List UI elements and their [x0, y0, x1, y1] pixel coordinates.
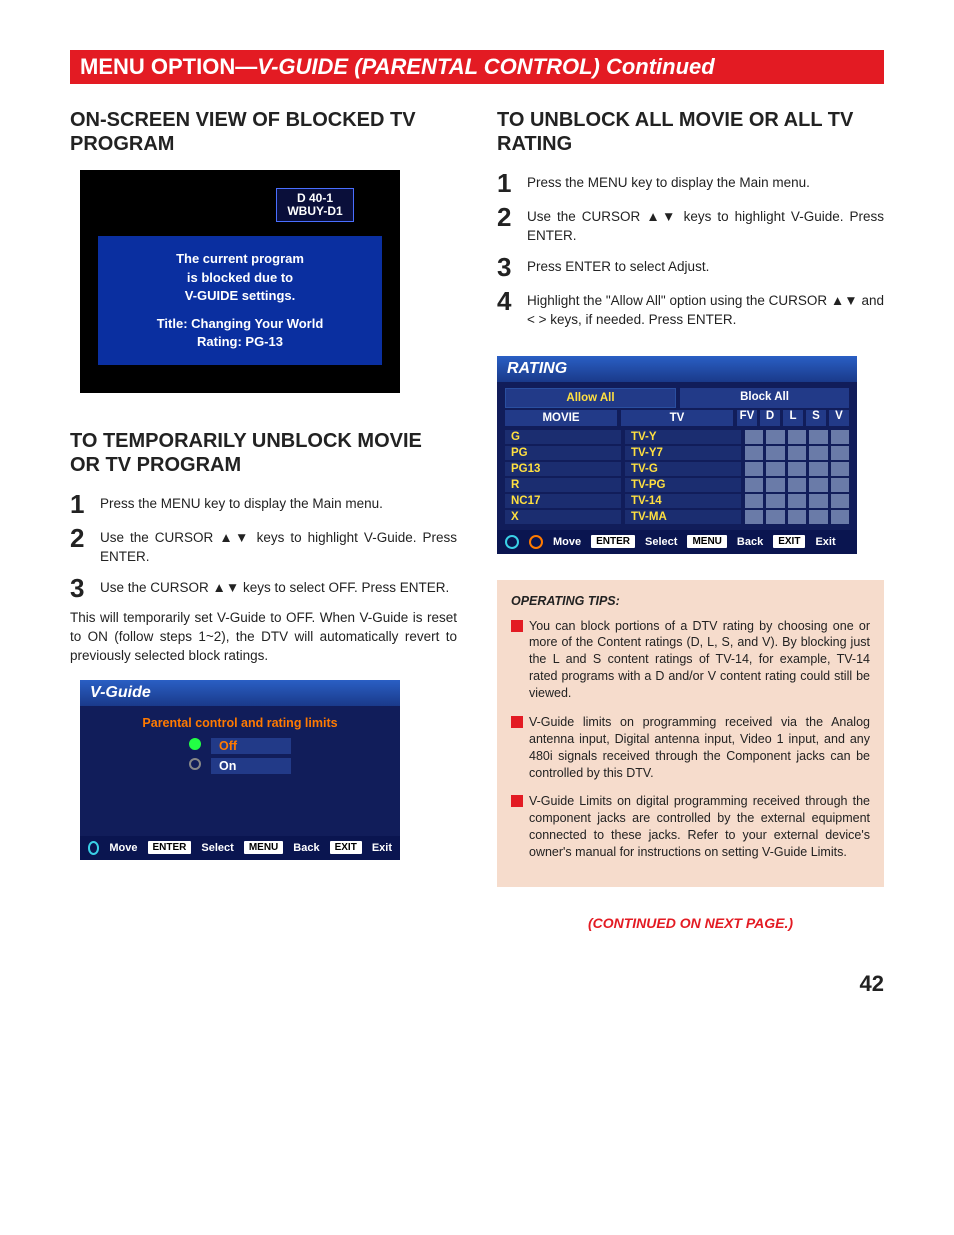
- movie-rating: G: [505, 430, 621, 444]
- vguide-menu-mockup: V-Guide Parental control and rating limi…: [80, 680, 400, 860]
- step-text: Highlight the "Allow All" option using t…: [527, 288, 884, 330]
- radio-on-icon: [189, 758, 201, 770]
- blocked-screen-mockup: D 40-1 WBUY-D1 The current program is bl…: [80, 170, 400, 393]
- step-number: 2: [70, 525, 100, 551]
- option-on: On: [211, 758, 291, 774]
- step-number: 3: [497, 254, 527, 280]
- rating-row: R TV-PG: [505, 478, 849, 492]
- note-paragraph: This will temporarily set V-Guide to OFF…: [70, 609, 457, 666]
- tv-rating: TV-G: [625, 462, 741, 476]
- content-flags: FV D L S V: [737, 410, 849, 426]
- channel-badge: D 40-1 WBUY-D1: [276, 188, 353, 222]
- tv-rating: TV-Y7: [625, 446, 741, 460]
- step-text: Use the CURSOR ▲▼ keys to select OFF. Pr…: [100, 575, 457, 598]
- rating-row: G TV-Y: [505, 430, 849, 444]
- rating-header: RATING: [497, 356, 857, 382]
- col-tv: TV: [621, 410, 733, 426]
- allow-all-cell: Allow All: [505, 388, 676, 408]
- tv-rating: TV-14: [625, 494, 741, 508]
- step-number: 4: [497, 288, 527, 314]
- enter-button: ENTER: [148, 841, 192, 854]
- menu-button: MENU: [244, 841, 283, 854]
- content-grid: [745, 462, 849, 476]
- tips-title: OPERATING TIPS:: [511, 594, 870, 608]
- exit-button: EXIT: [773, 535, 805, 548]
- movie-rating: PG13: [505, 462, 621, 476]
- step-number: 2: [497, 204, 527, 230]
- step-text: Use the CURSOR ▲▼ keys to highlight V-Gu…: [100, 525, 457, 567]
- rating-row: NC17 TV-14: [505, 494, 849, 508]
- enter-button: ENTER: [591, 535, 635, 548]
- step-number: 1: [70, 491, 100, 517]
- rating-row: PG TV-Y7: [505, 446, 849, 460]
- exit-button: EXIT: [330, 841, 362, 854]
- vguide-subtitle: Parental control and rating limits: [80, 706, 400, 736]
- tip-text: You can block portions of a DTV rating b…: [529, 618, 870, 702]
- col-movie: MOVIE: [505, 410, 617, 426]
- rating-row: X TV-MA: [505, 510, 849, 524]
- content-grid: [745, 478, 849, 492]
- page-number: 42: [70, 971, 884, 997]
- move-icon: [88, 841, 99, 855]
- bullet-icon: [511, 716, 523, 728]
- content-grid: [745, 430, 849, 444]
- heading-unblock-all: TO UNBLOCK ALL MOVIE OR ALL TV RATING: [497, 108, 884, 156]
- movie-rating: R: [505, 478, 621, 492]
- tv-rating: TV-MA: [625, 510, 741, 524]
- step-text: Use the CURSOR ▲▼ keys to highlight V-Gu…: [527, 204, 884, 246]
- left-column: ON-SCREEN VIEW OF BLOCKED TV PROGRAM D 4…: [70, 108, 457, 931]
- move-icon: [529, 535, 543, 549]
- content-grid: [745, 494, 849, 508]
- movie-rating: NC17: [505, 494, 621, 508]
- continued-note: (CONTINUED ON NEXT PAGE.): [497, 915, 884, 931]
- tip-text: V-Guide Limits on digital programming re…: [529, 793, 870, 861]
- step-number: 3: [70, 575, 100, 601]
- operating-tips: OPERATING TIPS: You can block portions o…: [497, 580, 884, 887]
- bullet-icon: [511, 795, 523, 807]
- nav-bar: Move ENTER Select MENU Back EXIT Exit: [497, 530, 857, 554]
- banner-text: V-GUIDE (PARENTAL CONTROL) Continued: [257, 54, 714, 79]
- step-number: 1: [497, 170, 527, 196]
- movie-rating: X: [505, 510, 621, 524]
- tv-rating: TV-Y: [625, 430, 741, 444]
- radio-off-icon: [189, 738, 201, 750]
- option-off: Off: [211, 738, 291, 754]
- blocked-message: The current program is blocked due to V-…: [98, 236, 382, 365]
- right-column: TO UNBLOCK ALL MOVIE OR ALL TV RATING 1P…: [497, 108, 884, 931]
- rating-row: PG13 TV-G: [505, 462, 849, 476]
- step-text: Press ENTER to select Adjust.: [527, 254, 884, 277]
- step-text: Press the MENU key to display the Main m…: [100, 491, 457, 514]
- bullet-icon: [511, 620, 523, 632]
- content-grid: [745, 446, 849, 460]
- banner-title: MENU OPTION—V-GUIDE (PARENTAL CONTROL) C…: [70, 50, 884, 84]
- tip-text: V-Guide limits on programming received v…: [529, 714, 870, 782]
- banner-prefix: MENU OPTION—: [80, 54, 257, 79]
- step-text: Press the MENU key to display the Main m…: [527, 170, 884, 193]
- rating-menu-mockup: RATING Allow All Block All MOVIE TV FV D…: [497, 356, 857, 554]
- block-all-cell: Block All: [680, 388, 849, 408]
- nav-bar: Move ENTER Select MENU Back EXIT Exit: [80, 836, 400, 860]
- heading-blocked-view: ON-SCREEN VIEW OF BLOCKED TV PROGRAM: [70, 108, 457, 156]
- tv-rating: TV-PG: [625, 478, 741, 492]
- heading-temporarily-unblock: TO TEMPORARILY UNBLOCK MOVIE OR TV PROGR…: [70, 429, 457, 477]
- menu-button: MENU: [687, 535, 726, 548]
- vguide-header: V-Guide: [80, 680, 400, 706]
- move-icon: [505, 535, 519, 549]
- movie-rating: PG: [505, 446, 621, 460]
- content-grid: [745, 510, 849, 524]
